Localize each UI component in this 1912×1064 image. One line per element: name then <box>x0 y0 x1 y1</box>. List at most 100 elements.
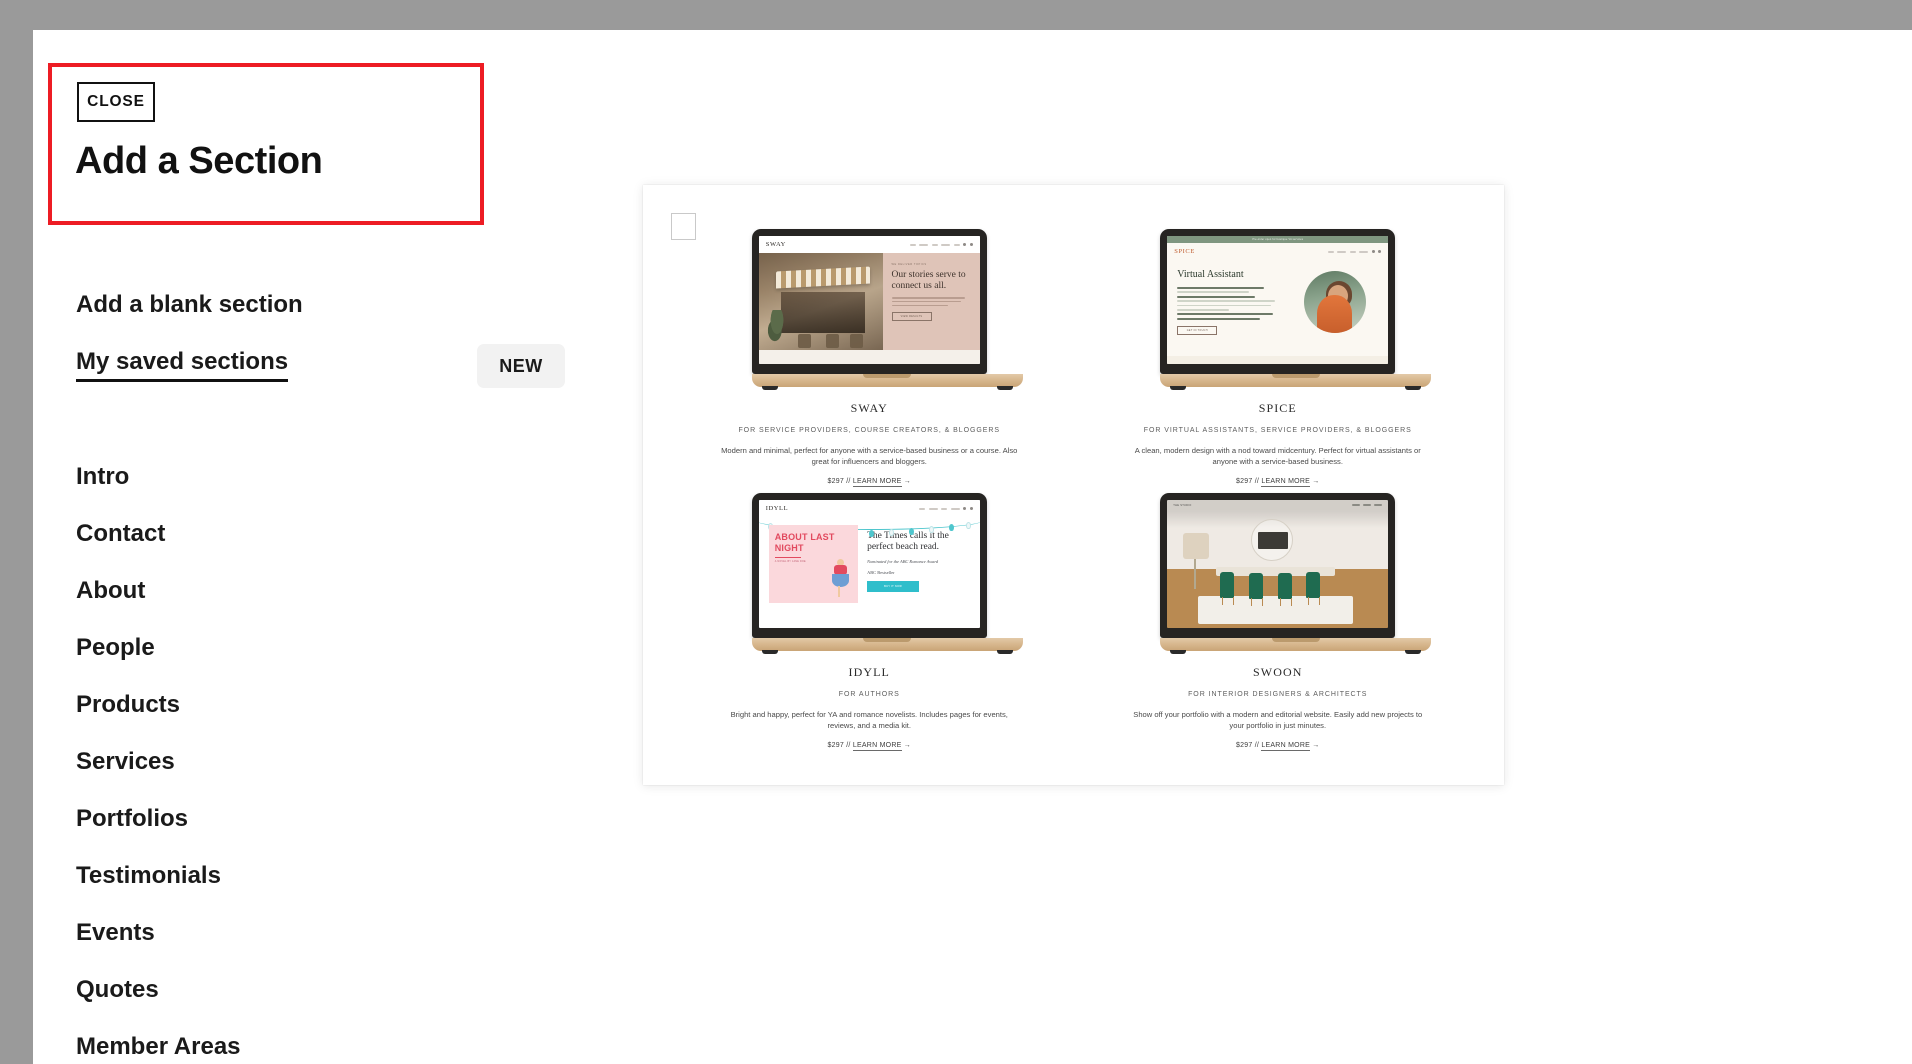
preview-cta-idyll: BUY IT NOW <box>867 581 920 592</box>
learn-more-link[interactable]: LEARN MORE <box>852 742 902 751</box>
template-card-sway[interactable]: SWAY WE DELIVER TOPICS Our stories serve… <box>665 229 1074 487</box>
close-button[interactable]: CLOSE <box>77 82 155 122</box>
preview-hero-sway: WE DELIVER TOPICS Our stories serve to c… <box>758 253 980 350</box>
template-description: Show off your portfolio with a modern an… <box>1133 710 1423 730</box>
light-bulb <box>928 526 934 533</box>
section-category-list: Intro Contact About People Products Serv… <box>76 462 496 1064</box>
dining-chair-graphic <box>1220 571 1235 605</box>
learn-more-link[interactable]: LEARN MORE <box>1261 742 1311 751</box>
preview-copy-spice: Virtual Assistant GET IN TOUCH <box>1177 269 1289 356</box>
preview-logo-idyll: IDYLL <box>765 505 789 512</box>
sidebar-item-services[interactable]: Services <box>76 747 496 804</box>
sidebar-item-products[interactable]: Products <box>76 690 496 747</box>
text-line <box>1177 308 1229 311</box>
template-tagline: FOR AUTHORS <box>838 691 900 698</box>
add-blank-section-link[interactable]: Add a blank section <box>76 291 303 319</box>
social-icon <box>1371 250 1375 253</box>
template-card-swoon[interactable]: THE STUDIO SWOON FOR INTERIOR DESIGNERS … <box>1074 493 1483 751</box>
template-name: SPICE <box>1258 401 1297 415</box>
laptop-lid: Pre-order open for boutique VA services … <box>1160 229 1396 374</box>
template-price-row: $297 // LEARN MORE → <box>1074 742 1483 751</box>
preview-cta-spice: GET IN TOUCH <box>1177 325 1218 335</box>
preview-hero-spice: Virtual Assistant GET IN TOUCH <box>1167 260 1389 356</box>
social-icon <box>963 507 967 510</box>
sidebar-item-member-areas[interactable]: Member Areas <box>76 1032 496 1064</box>
light-bulb <box>889 529 895 536</box>
laptop-foot <box>1170 386 1187 390</box>
template-price: $297 // <box>827 742 851 749</box>
text-line <box>1177 317 1260 320</box>
laptop-screen-spice: Pre-order open for boutique VA services … <box>1167 236 1389 364</box>
sidebar-item-contact[interactable]: Contact <box>76 519 496 576</box>
preview-logo-spice: SPICE <box>1174 248 1195 255</box>
floor-lamp-graphic <box>1182 533 1209 590</box>
template-price-row: $297 // LEARN MORE → <box>665 478 1074 487</box>
laptop-screen-sway: SWAY WE DELIVER TOPICS Our stories serve… <box>758 236 980 364</box>
new-badge[interactable]: NEW <box>477 344 565 388</box>
storefront-photo <box>758 253 883 350</box>
dining-chair-graphic <box>1249 572 1264 606</box>
laptop-screen-idyll: IDYLL ABOUT LAST NIGHT A NOVEL BY JANE D… <box>758 500 980 628</box>
nav-link-item <box>1352 504 1361 506</box>
nav-link-item <box>1327 250 1334 253</box>
laptop-foot <box>1405 650 1422 654</box>
round-mirror-graphic <box>1251 519 1294 562</box>
sidebar-item-about[interactable]: About <box>76 576 496 633</box>
preview-logo-swoon: THE STUDIO <box>1173 504 1192 507</box>
learn-more-link[interactable]: LEARN MORE <box>1261 478 1311 487</box>
sidebar-item-portfolios[interactable]: Portfolios <box>76 804 496 861</box>
template-card-idyll[interactable]: IDYLL ABOUT LAST NIGHT A NOVEL BY JANE D… <box>665 493 1074 751</box>
preview-footer-spice <box>1167 356 1389 364</box>
nav-link-item <box>1374 504 1383 506</box>
text-line <box>1177 295 1256 298</box>
social-icon <box>1378 250 1382 253</box>
template-name: SWAY <box>850 401 888 415</box>
laptop-foot <box>996 386 1013 390</box>
dining-chair-graphic <box>1306 571 1321 605</box>
light-bulb <box>909 528 915 535</box>
chair-graphic <box>825 334 839 348</box>
add-section-panel: CLOSE Add a Section Add a blank section … <box>33 30 633 1064</box>
social-icon <box>969 243 973 246</box>
template-price-row: $297 // LEARN MORE → <box>1074 478 1483 487</box>
text-line <box>891 300 961 303</box>
sidebar-item-quotes[interactable]: Quotes <box>76 975 496 1032</box>
awning-graphic <box>776 266 871 288</box>
nav-link-item <box>1337 250 1347 253</box>
laptop-lid: IDYLL ABOUT LAST NIGHT A NOVEL BY JANE D… <box>751 493 987 638</box>
sidebar-item-people[interactable]: People <box>76 633 496 690</box>
preview-nav-links <box>919 507 973 510</box>
arrow-right-icon: → <box>903 742 912 749</box>
template-description: Bright and happy, perfect for YA and rom… <box>730 710 1008 730</box>
sidebar-item-events[interactable]: Events <box>76 918 496 975</box>
preview-banner-spice: Pre-order open for boutique VA services <box>1167 236 1389 243</box>
sidebar-item-testimonials[interactable]: Testimonials <box>76 861 496 918</box>
chair-graphic <box>798 334 812 348</box>
template-name: SWOON <box>1253 665 1303 679</box>
template-name: IDYLL <box>848 665 890 679</box>
nav-link-item <box>1363 504 1372 506</box>
learn-more-link[interactable]: LEARN MORE <box>852 478 902 487</box>
laptop-lid: SWAY WE DELIVER TOPICS Our stories serve… <box>751 229 987 374</box>
template-card-spice[interactable]: Pre-order open for boutique VA services … <box>1074 229 1483 487</box>
preview-cta-sway: VIEW RESULTS <box>891 312 932 322</box>
preview-nav-links <box>1327 250 1382 253</box>
laptop-base <box>1160 374 1432 390</box>
laptop-screen-swoon: THE STUDIO <box>1167 500 1389 628</box>
tab-my-saved-sections[interactable]: My saved sections <box>76 348 289 382</box>
page-title: Add a Section <box>75 140 323 182</box>
close-button-label: CLOSE <box>87 93 145 110</box>
template-tagline: FOR INTERIOR DESIGNERS & ARCHITECTS <box>1188 691 1368 698</box>
shop-window-graphic <box>781 291 866 333</box>
arrow-right-icon: → <box>1312 742 1320 749</box>
dining-chair-graphic <box>1277 572 1292 606</box>
laptop-mockup-swoon: THE STUDIO <box>1160 493 1432 654</box>
template-price: $297 // <box>827 478 851 485</box>
text-line <box>1177 304 1272 307</box>
figure-leg <box>838 586 841 597</box>
template-price: $297 // <box>1235 478 1260 485</box>
sidebar-item-intro[interactable]: Intro <box>76 462 496 519</box>
text-line <box>1177 287 1265 289</box>
nav-link-item <box>953 243 960 246</box>
preview-nav-swoon: THE STUDIO <box>1167 504 1388 507</box>
